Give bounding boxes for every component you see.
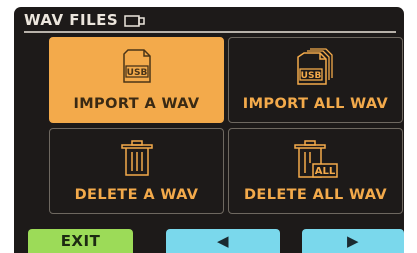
trash-icon [120,139,154,181]
delete-a-wav-button[interactable]: DELETE A WAV [49,128,224,214]
usb-icon-text: USB [126,68,147,78]
exit-label: EXIT [60,232,101,250]
delete-all-wav-button[interactable]: ALL DELETE ALL WAV [228,128,403,214]
import-all-wav-button[interactable]: USB IMPORT ALL WAV [228,37,403,123]
usb-file-icon: USB [120,48,154,88]
import-a-wav-button[interactable]: USB IMPORT A WAV [49,37,224,123]
tile-label: IMPORT A WAV [73,96,200,112]
exit-button[interactable]: EXIT [28,229,133,253]
tile-label: IMPORT ALL WAV [242,96,389,112]
trash-all-icon: ALL [293,139,339,183]
memory-card-icon [124,13,146,27]
header-divider [24,31,396,33]
tile-label: DELETE A WAV [74,187,199,203]
usb-files-stack-icon: USB [296,48,336,90]
arrow-right-icon: ▶ [346,232,360,250]
all-icon-text: ALL [314,166,335,177]
page-title: WAV FILES [24,11,119,29]
header: WAV FILES [24,9,146,31]
next-button[interactable]: ▶ [302,229,404,253]
wav-files-screen: WAV FILES USB IMPORT A WAV USB IMPORT AL… [14,7,404,253]
usb-icon-text: USB [300,71,321,81]
previous-button[interactable]: ◀ [166,229,280,253]
tile-label: DELETE ALL WAV [243,187,388,203]
arrow-left-icon: ◀ [216,232,230,250]
